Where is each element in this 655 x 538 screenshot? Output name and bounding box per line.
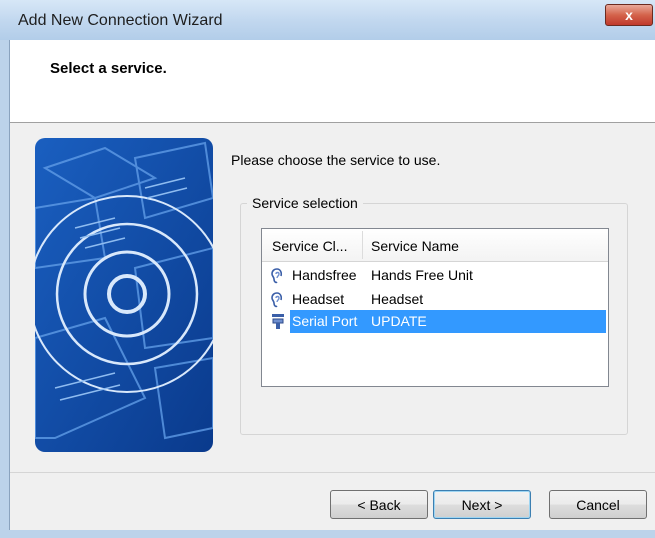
next-button[interactable]: Next > [433, 490, 531, 519]
service-name-cell: Headset [371, 291, 424, 307]
serial-port-icon [269, 313, 287, 331]
wizard-body: Select a service. Please choose the serv… [9, 40, 655, 530]
service-name-cell: Hands Free Unit [371, 267, 473, 283]
ear-icon [269, 291, 287, 309]
footer-divider [10, 472, 655, 473]
column-header-service-name[interactable]: Service Name [371, 238, 459, 254]
title-bar[interactable]: Add New Connection Wizard x [0, 0, 655, 40]
close-icon: x [625, 7, 633, 23]
column-header-service-class[interactable]: Service Cl... [272, 238, 347, 254]
service-class-cell: Headset [292, 291, 345, 307]
cancel-button[interactable]: Cancel [549, 490, 647, 519]
group-label: Service selection [247, 195, 363, 211]
close-button[interactable]: x [605, 4, 653, 26]
instruction-text: Please choose the service to use. [231, 152, 441, 168]
list-header: Service Cl... Service Name [262, 229, 608, 262]
wizard-illustration [35, 138, 213, 452]
list-item-handsfree[interactable]: Handsfree Hands Free Unit [262, 264, 608, 287]
window-title: Add New Connection Wizard [18, 12, 223, 29]
service-class-cell: Handsfree [292, 267, 357, 283]
service-name-cell: UPDATE [371, 313, 427, 329]
service-class-cell: Serial Port [292, 313, 358, 329]
wizard-header: Select a service. [10, 40, 655, 123]
list-item-serial-port[interactable]: Serial Port UPDATE [262, 310, 608, 333]
page-title: Select a service. [50, 60, 167, 77]
wizard-window: Add New Connection Wizard x Select a ser… [0, 0, 655, 538]
column-divider[interactable] [362, 231, 363, 259]
service-list[interactable]: Service Cl... Service Name Handsfree Han… [261, 228, 609, 387]
ear-icon [269, 267, 287, 285]
back-button[interactable]: < Back [330, 490, 428, 519]
list-item-headset[interactable]: Headset Headset [262, 288, 608, 311]
